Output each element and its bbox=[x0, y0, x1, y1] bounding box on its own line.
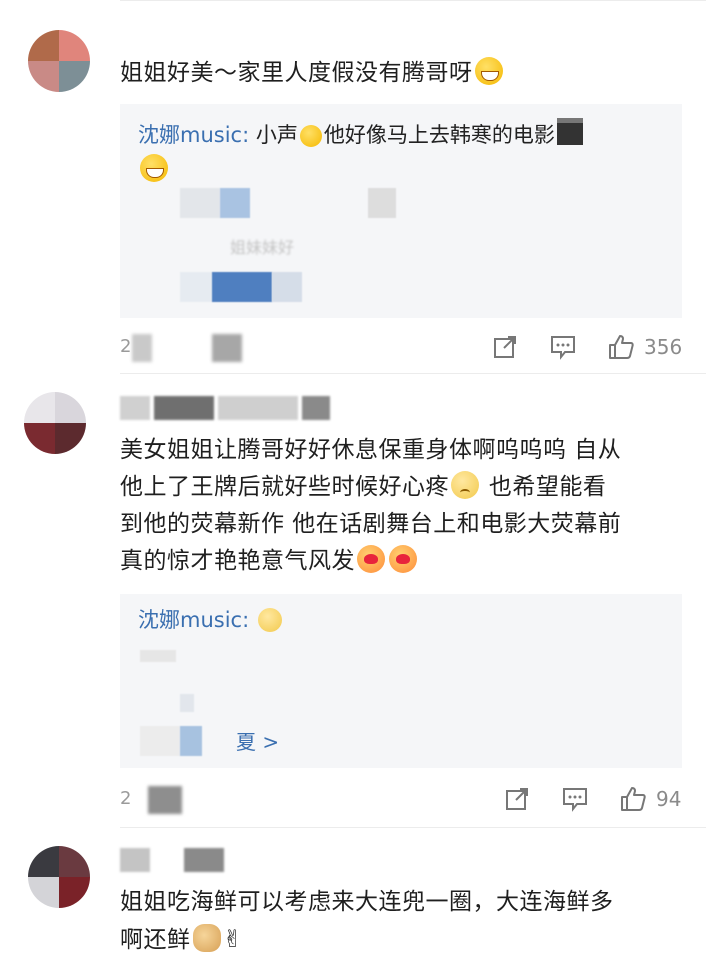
comment-text: 姐姐好美～家里人度假没有腾哥呀 bbox=[120, 55, 505, 92]
comment-text: 美女姐姐让腾哥好好休息保重身体啊呜呜呜 自从 他上了王牌后就好些时候好心疼 也希… bbox=[120, 437, 622, 574]
comment-footer: 2 94 bbox=[120, 780, 682, 820]
clapper-emoji-icon bbox=[556, 118, 583, 145]
thumbs-up-icon[interactable] bbox=[618, 784, 648, 814]
blurred-image-row bbox=[180, 188, 396, 218]
blurred-username[interactable] bbox=[120, 846, 224, 874]
like-count: 94 bbox=[656, 787, 682, 811]
smile-emoji-icon bbox=[257, 608, 282, 632]
avatar[interactable] bbox=[24, 392, 86, 454]
share-icon[interactable] bbox=[502, 784, 532, 814]
blurred-meta bbox=[212, 334, 242, 362]
victory-hand-icon: ✌ bbox=[222, 925, 244, 953]
reply-box[interactable]: 沈娜music: 夏 > bbox=[120, 594, 682, 768]
share-icon[interactable] bbox=[490, 332, 520, 362]
blurred-image-row bbox=[140, 650, 176, 662]
reply-line: 沈娜music: bbox=[138, 604, 284, 636]
shush-emoji-icon bbox=[299, 125, 322, 147]
reply-author-link[interactable]: 沈娜music: bbox=[138, 608, 249, 632]
thumbs-up-icon[interactable] bbox=[606, 332, 636, 362]
blurred-image-row bbox=[180, 272, 302, 302]
reply-box[interactable]: 沈娜music: 小声 他好像马上去韩寒的电影 姐妹妹好 bbox=[120, 104, 682, 318]
grinning-emoji-icon bbox=[140, 154, 168, 182]
like-count: 356 bbox=[644, 335, 683, 359]
comment-footer: 2 356 bbox=[120, 328, 682, 368]
reply-line: 沈娜music: 小声 他好像马上去韩寒的电影 bbox=[138, 118, 583, 151]
timestamp-fragment: 2 bbox=[120, 336, 132, 357]
timestamp-fragment: 2 bbox=[120, 788, 132, 809]
comment-text: 姐姐吃海鲜可以考虑来大连兜一圈，大连海鲜多 啊还鲜 ✌ bbox=[120, 884, 614, 959]
doge-emoji-icon bbox=[192, 924, 221, 952]
blurred-username[interactable] bbox=[120, 394, 330, 422]
comment-icon[interactable] bbox=[548, 332, 578, 362]
heart-kiss-emoji-icon bbox=[357, 545, 385, 573]
blurred-image-row bbox=[180, 694, 194, 712]
grin-emoji-row bbox=[138, 154, 170, 182]
blurred-meta bbox=[132, 334, 152, 362]
avatar[interactable] bbox=[28, 846, 90, 908]
comment-icon[interactable] bbox=[560, 784, 590, 814]
blurred-caption: 姐妹妹好 bbox=[230, 238, 295, 257]
top-divider bbox=[120, 0, 706, 1]
divider bbox=[120, 827, 706, 828]
heart-kiss-emoji-icon bbox=[389, 545, 417, 573]
sad-emoji-icon bbox=[451, 471, 479, 499]
blurred-meta bbox=[148, 786, 182, 814]
avatar[interactable] bbox=[28, 30, 90, 92]
grinning-emoji-icon bbox=[474, 57, 503, 85]
view-more-link[interactable]: 夏 > bbox=[236, 726, 279, 755]
divider bbox=[120, 373, 706, 374]
reply-author-link[interactable]: 沈娜music: bbox=[138, 123, 249, 147]
blurred-image-row bbox=[140, 726, 218, 756]
